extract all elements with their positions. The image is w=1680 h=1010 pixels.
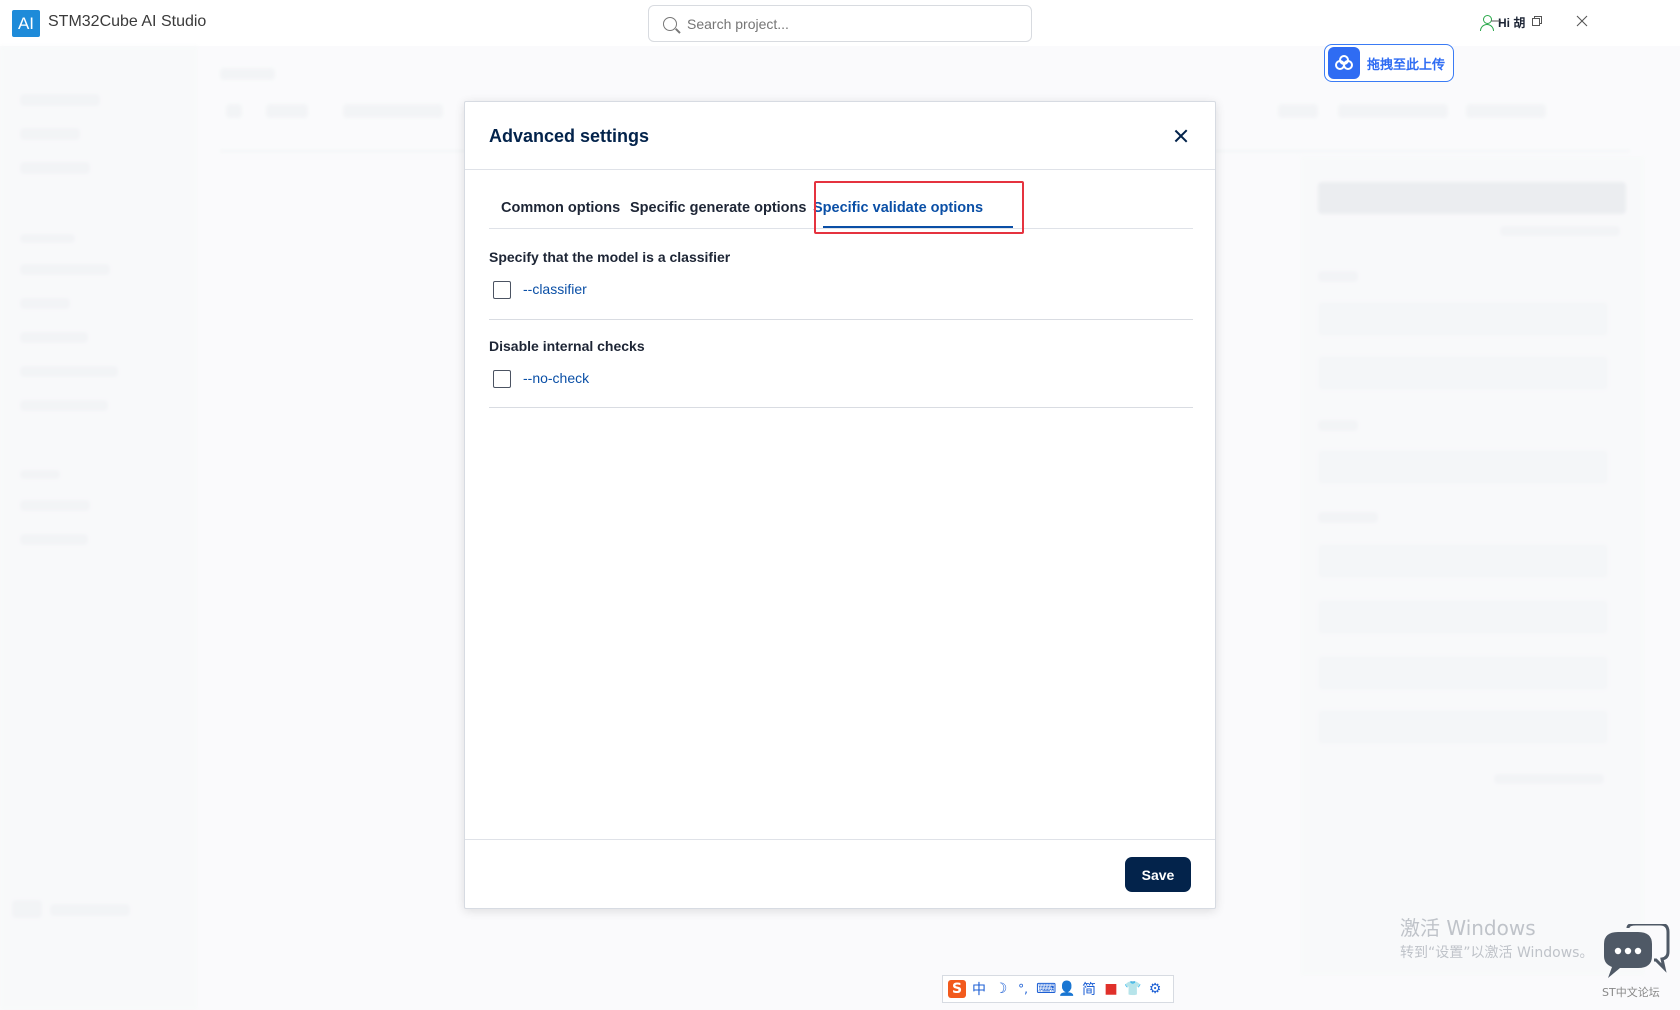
advanced-settings-dialog: Advanced settings Common options Specifi… xyxy=(464,101,1216,909)
minimize-icon[interactable] xyxy=(1486,12,1506,32)
ime-chinese-mode[interactable]: 中 xyxy=(970,979,988,999)
section-title: Specify that the model is a classifier xyxy=(489,249,731,265)
classifier-section: Specify that the model is a classifier -… xyxy=(489,229,1193,320)
search-icon xyxy=(663,16,677,31)
active-tab-indicator xyxy=(823,226,1013,228)
restore-icon[interactable] xyxy=(1527,12,1547,32)
user-icon[interactable]: 👤 xyxy=(1058,981,1076,997)
app-logo: AI xyxy=(12,10,40,37)
tab-bar: Common options Specific generate options… xyxy=(489,182,1193,229)
settings-icon[interactable]: ⚙ xyxy=(1146,981,1164,997)
window-close-icon[interactable] xyxy=(1572,12,1592,32)
ime-toolbar[interactable]: S 中 ☽ °, ⌨ 👤 简 ■ 👕 ⚙ xyxy=(942,975,1174,1003)
section-title: Disable internal checks xyxy=(489,338,645,354)
baidu-upload-widget[interactable]: 拖拽至此上传 xyxy=(1324,44,1454,82)
windows-watermark-subtitle: 转到“设置”以激活 Windows。 xyxy=(1400,945,1594,961)
sogou-logo-icon[interactable]: S xyxy=(948,980,966,998)
no-check-option-label[interactable]: --no-check xyxy=(523,370,589,386)
save-button[interactable]: Save xyxy=(1125,857,1191,892)
tab-specific-generate-options[interactable]: Specific generate options xyxy=(630,200,806,216)
video-icon[interactable]: ■ xyxy=(1102,981,1120,997)
dialog-footer: Save xyxy=(465,839,1215,909)
forum-label: ST中文论坛 xyxy=(1602,986,1660,999)
keyboard-icon[interactable]: ⌨ xyxy=(1036,981,1056,997)
upload-label: 拖拽至此上传 xyxy=(1367,57,1446,73)
skin-icon[interactable]: 👕 xyxy=(1124,981,1142,997)
punctuation-icon[interactable]: °, xyxy=(1014,982,1032,996)
classifier-option-label[interactable]: --classifier xyxy=(523,281,587,297)
app-title: STM32Cube AI Studio xyxy=(48,13,207,30)
search-box[interactable] xyxy=(648,5,1032,42)
no-check-section: Disable internal checks --no-check xyxy=(489,320,1193,408)
ime-simplified-mode[interactable]: 简 xyxy=(1080,979,1098,999)
dialog-title: Advanced settings xyxy=(489,126,650,146)
dialog-header: Advanced settings xyxy=(465,102,1215,170)
chat-bubble-icon[interactable] xyxy=(1598,922,1670,980)
close-icon[interactable] xyxy=(1171,126,1191,146)
no-check-checkbox[interactable] xyxy=(493,370,511,388)
cloud-icon xyxy=(1328,47,1360,79)
title-bar: AI STM32Cube AI Studio Hi 胡 xyxy=(0,0,1680,46)
moon-icon[interactable]: ☽ xyxy=(992,981,1010,997)
tab-specific-validate-options[interactable]: Specific validate options xyxy=(813,200,983,216)
windows-watermark-title: 激活 Windows xyxy=(1400,916,1536,940)
classifier-checkbox[interactable] xyxy=(493,281,511,299)
search-input[interactable] xyxy=(687,15,1007,32)
tab-common-options[interactable]: Common options xyxy=(501,200,620,216)
